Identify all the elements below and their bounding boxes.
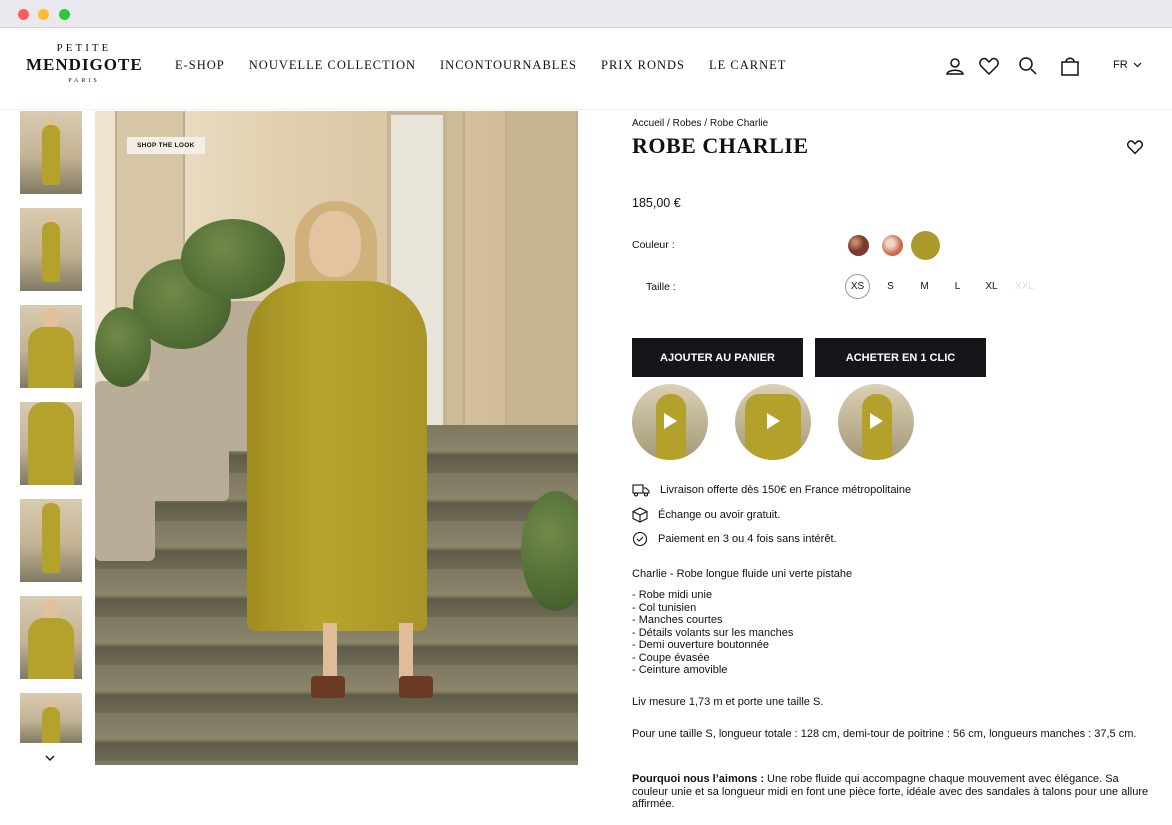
language-selector[interactable]: FR <box>1113 59 1142 71</box>
thumbnail-4[interactable] <box>20 402 82 485</box>
product-price: 185,00 € <box>632 196 681 210</box>
logo-line-3: PARIS <box>68 78 100 84</box>
feature-payment: Paiement en 3 ou 4 fois sans intérêt. <box>632 531 837 547</box>
thumbnail-1[interactable] <box>20 111 82 194</box>
feature-delivery: Livraison offerte dès 150€ en France mét… <box>632 483 911 497</box>
bullet-item: - Ceinture amovible <box>632 664 728 676</box>
size-m[interactable]: M <box>912 274 937 299</box>
thumbnail-list <box>20 111 82 761</box>
bag-icon[interactable] <box>1059 55 1081 77</box>
thumbnail-3[interactable] <box>20 305 82 388</box>
browser-chrome <box>0 0 1172 28</box>
language-label: FR <box>1113 59 1128 71</box>
feature-delivery-text: Livraison offerte dès 150€ en France mét… <box>660 484 912 496</box>
nav-item-nouvelle-collection[interactable]: NOUVELLE COLLECTION <box>249 58 416 73</box>
logo-line-2: MENDIGOTE <box>26 55 143 74</box>
bullet-item: - Coupe évasée <box>632 651 710 664</box>
feature-bullets: - Robe midi unie - Col tunisien - Manche… <box>632 589 793 677</box>
buy-one-click-button[interactable]: ACHETER EN 1 CLIC <box>815 338 986 377</box>
maximize-window-button[interactable] <box>59 9 70 20</box>
account-icon[interactable] <box>944 55 966 77</box>
chevron-down-icon <box>1133 62 1142 68</box>
nav-item-incontournables[interactable]: INCONTOURNABLES <box>440 58 577 73</box>
bullet-item: - Robe midi unie <box>632 589 713 601</box>
minimize-window-button[interactable] <box>38 9 49 20</box>
nav-item-le-carnet[interactable]: LE CARNET <box>709 58 786 73</box>
add-to-cart-button[interactable]: AJOUTER AU PANIER <box>632 338 803 377</box>
color-swatch-3-selected[interactable] <box>911 231 940 260</box>
thumbnail-6[interactable] <box>20 596 82 679</box>
heart-icon[interactable] <box>978 55 1000 77</box>
check-badge-icon <box>632 531 648 547</box>
shop-the-look-badge[interactable]: SHOP THE LOOK <box>127 137 205 154</box>
main-product-image[interactable] <box>95 111 578 765</box>
bullet-item: - Demi ouverture boutonnée <box>632 639 769 651</box>
why-title: Pourquoi nous l’aimons : <box>632 773 764 785</box>
bullet-item: - Manches courtes <box>632 614 723 626</box>
chevron-down-icon[interactable] <box>45 751 55 765</box>
thumbnail-2[interactable] <box>20 208 82 291</box>
page: PETITE MENDIGOTE PARIS E-SHOP NOUVELLE C… <box>0 28 1172 825</box>
nav-item-prix-ronds[interactable]: PRIX RONDS <box>601 58 685 73</box>
color-swatch-2[interactable] <box>882 235 903 256</box>
color-label: Couleur : <box>632 239 675 251</box>
play-icon <box>664 413 677 429</box>
feature-exchange: Échange ou avoir gratuit. <box>632 507 780 523</box>
size-xs[interactable]: XS <box>845 274 870 299</box>
site-header: PETITE MENDIGOTE PARIS E-SHOP NOUVELLE C… <box>0 28 1172 110</box>
wishlist-heart-icon[interactable] <box>1126 139 1144 160</box>
product-title: ROBE CHARLIE <box>632 133 809 158</box>
bullet-item: - Col tunisien <box>632 601 697 614</box>
logo-line-1: PETITE <box>56 42 112 54</box>
size-l[interactable]: L <box>945 274 970 299</box>
feature-payment-text: Paiement en 3 ou 4 fois sans intérêt. <box>658 533 837 545</box>
size-label: Taille : <box>646 281 676 293</box>
size-xl[interactable]: XL <box>979 274 1004 299</box>
measurements: Pour une taille S, longueur totale : 128… <box>632 728 1137 740</box>
model-info: Liv mesure 1,73 m et porte une taille S. <box>632 696 824 708</box>
logo[interactable]: PETITE MENDIGOTE PARIS <box>26 42 142 84</box>
video-1[interactable] <box>632 384 708 460</box>
description-title: Charlie - Robe longue fluide uni verte p… <box>632 568 853 580</box>
close-window-button[interactable] <box>18 9 29 20</box>
video-3[interactable] <box>838 384 914 460</box>
why-we-love-it: Pourquoi nous l’aimons : Une robe fluide… <box>632 773 1152 811</box>
play-icon <box>870 413 883 429</box>
bullet-item: - Détails volants sur les manches <box>632 626 794 639</box>
feature-exchange-text: Échange ou avoir gratuit. <box>658 509 781 521</box>
breadcrumb-robes[interactable]: Robes <box>673 118 702 129</box>
size-s[interactable]: S <box>878 274 903 299</box>
play-icon <box>767 413 780 429</box>
thumbnail-7[interactable] <box>20 693 82 743</box>
video-2[interactable] <box>735 384 811 460</box>
color-swatch-1[interactable] <box>848 235 869 256</box>
nav-item-eshop[interactable]: E-SHOP <box>175 58 225 73</box>
truck-icon <box>632 484 650 497</box>
size-xxl[interactable]: XXL <box>1012 274 1037 299</box>
main-nav: E-SHOP NOUVELLE COLLECTION INCONTOURNABL… <box>175 58 786 73</box>
box-icon <box>632 507 648 523</box>
breadcrumb-current: Robe Charlie <box>709 118 769 129</box>
breadcrumb-accueil[interactable]: Accueil <box>632 118 664 129</box>
thumbnail-5[interactable] <box>20 499 82 582</box>
search-icon[interactable] <box>1017 55 1039 77</box>
breadcrumb: Accueil / Robes / Robe Charlie <box>632 118 769 129</box>
